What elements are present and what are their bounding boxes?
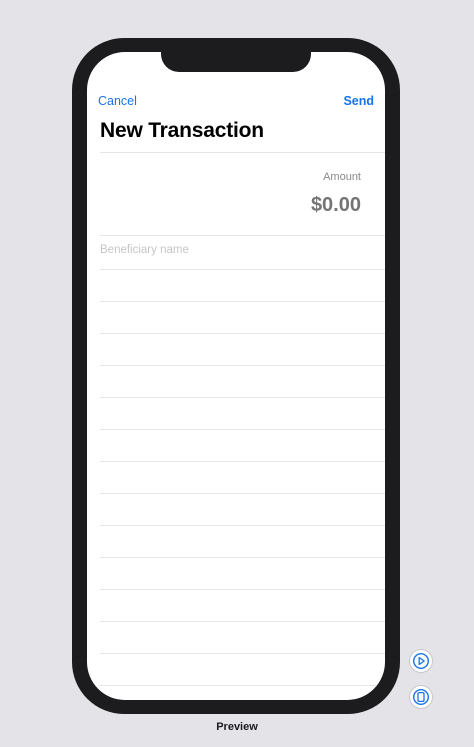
list-row-separator — [100, 461, 385, 462]
list-row-separator — [100, 525, 385, 526]
device-screen: Cancel Send New Transaction Amount — [87, 52, 385, 700]
cancel-button[interactable]: Cancel — [98, 94, 137, 108]
amount-label: Amount — [323, 171, 361, 183]
list-row-separator — [100, 333, 385, 334]
divider — [100, 235, 385, 236]
page-title: New Transaction — [100, 119, 264, 142]
list-row-separator — [100, 493, 385, 494]
live-preview-button[interactable] — [409, 649, 433, 673]
navigation-bar: Cancel Send — [98, 94, 374, 110]
list-row-separator — [100, 653, 385, 654]
list-row-separator — [100, 301, 385, 302]
device-settings-button[interactable] — [409, 685, 433, 709]
list-row-separator — [100, 365, 385, 366]
list-row-separator — [100, 621, 385, 622]
amount-field[interactable] — [241, 194, 361, 217]
device-settings-icon — [412, 688, 430, 706]
list-row-separator — [100, 589, 385, 590]
preview-label: Preview — [216, 721, 258, 733]
list-row-separator — [100, 397, 385, 398]
list-row-separator — [100, 429, 385, 430]
device-notch — [161, 52, 311, 72]
device-frame: Cancel Send New Transaction Amount — [72, 38, 400, 714]
play-circle-icon — [412, 652, 430, 670]
list-row-separator — [100, 557, 385, 558]
list-row-separator — [100, 685, 385, 686]
list-row-separator — [100, 269, 385, 270]
divider — [100, 152, 385, 153]
beneficiary-name-field[interactable] — [100, 244, 360, 256]
send-button[interactable]: Send — [343, 94, 374, 108]
